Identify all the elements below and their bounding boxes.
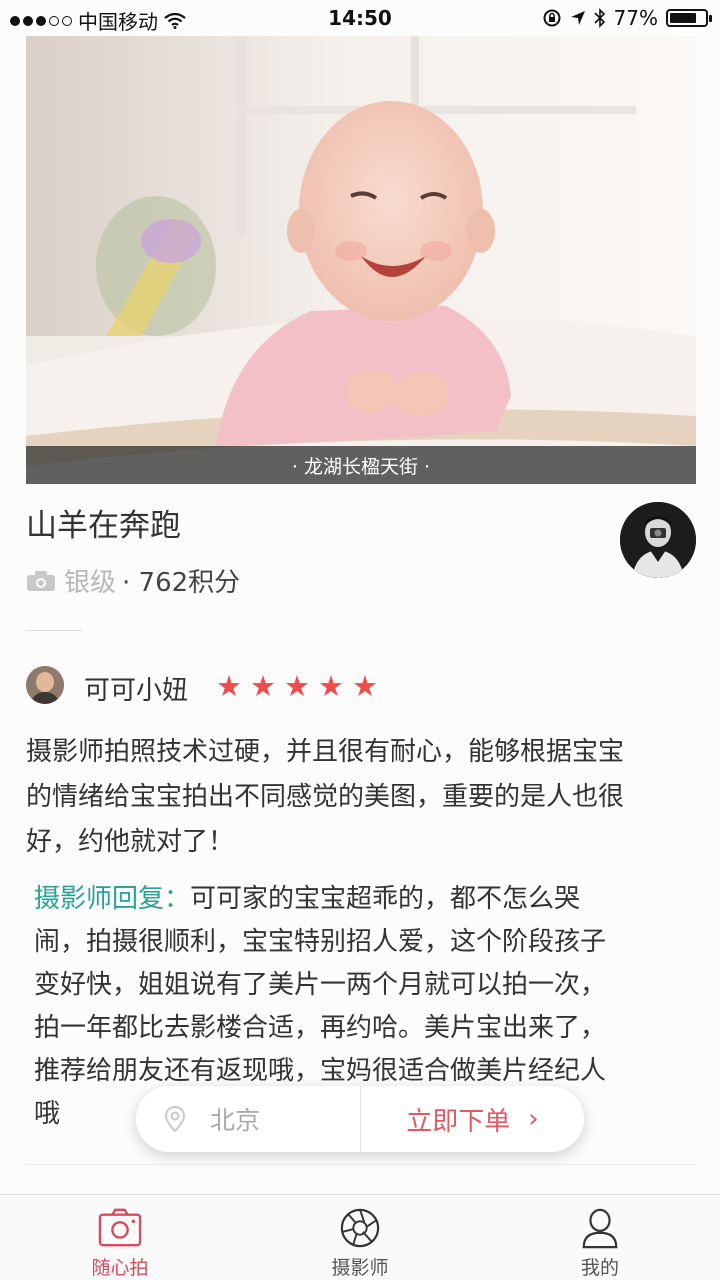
photographer-points: · 762积分: [122, 568, 241, 598]
city-label: 北京: [210, 1106, 261, 1135]
photographer-avatar[interactable]: [620, 502, 696, 578]
camera-level-icon: [27, 570, 55, 591]
location-caption: · 龙湖长楹天街 ·: [26, 446, 696, 484]
location-pin-icon: [164, 1105, 186, 1133]
aperture-icon: [340, 1208, 380, 1248]
hero-photo[interactable]: · 龙湖长楹天街 ·: [26, 36, 696, 484]
photographer-meta: 银级 · 762积分: [26, 562, 240, 599]
photographer-level: 银级: [64, 568, 117, 598]
battery-percent: 77%: [613, 6, 658, 30]
rating-stars: ★ ★ ★ ★ ★: [216, 670, 378, 702]
bluetooth-icon: [593, 8, 605, 28]
photographer-name: 山羊在奔跑: [26, 508, 181, 544]
tab-suixinpai[interactable]: 随心拍: [0, 1195, 240, 1280]
reviewer-avatar-image: [26, 666, 64, 704]
star-icon: ★: [284, 669, 310, 703]
review-line: 的情绪给宝宝拍出不同感觉的美图，重要的是人也很: [26, 782, 625, 812]
rotation-lock-icon: [543, 9, 561, 27]
action-pill: 北京 立即下单 ›: [136, 1086, 584, 1152]
star-icon: ★: [352, 669, 378, 703]
chevron-right-icon: ›: [528, 1104, 539, 1134]
reply-line-text: 可可家的宝宝超乖的，都不怎么哭: [190, 884, 581, 914]
tab-mine[interactable]: 我的: [480, 1195, 720, 1280]
section-divider: [26, 630, 82, 631]
reply-line: 变好快，姐姐说有了美片一两个月就可以拍一次，: [34, 970, 607, 1000]
photographer-avatar-image: [620, 502, 696, 578]
battery-icon: [666, 9, 712, 27]
review-line: 好，约他就对了！: [26, 827, 235, 857]
tab-label: 随心拍: [91, 1257, 149, 1279]
tab-bar: 随心拍 摄影师 我的: [0, 1194, 720, 1280]
reply-label: 摄影师回复：: [34, 884, 191, 914]
city-selector[interactable]: 北京: [136, 1101, 360, 1137]
reviewer-name: 可可小妞: [84, 676, 189, 706]
tab-label: 摄影师: [331, 1257, 389, 1279]
tab-photographers[interactable]: 摄影师: [240, 1195, 480, 1280]
star-icon: ★: [250, 669, 276, 703]
reply-line: 闹，拍摄很顺利，宝宝特别招人爱，这个阶段孩子: [34, 927, 607, 957]
camera-icon: [98, 1208, 142, 1247]
baby-photo-image: [26, 36, 696, 484]
reply-line: 拍一年都比去影楼合适，再约哈。美片宝出来了，: [34, 1013, 607, 1043]
star-icon: ★: [318, 669, 344, 703]
order-now-button[interactable]: 立即下单 ›: [361, 1101, 584, 1138]
order-now-label: 立即下单: [406, 1106, 511, 1137]
location-arrow-icon: [570, 11, 585, 25]
user-icon: [582, 1208, 618, 1249]
status-bar: 中国移动 14:50 77%: [0, 0, 720, 36]
star-icon: ★: [216, 669, 242, 703]
status-right-group: 77%: [542, 6, 712, 30]
review-line: 摄影师拍照技术过硬，并且很有耐心，能够根据宝宝: [26, 737, 625, 767]
tab-label: 我的: [580, 1257, 619, 1279]
review-text: 摄影师拍照技术过硬，并且很有耐心，能够根据宝宝 的情绪给宝宝拍出不同感觉的美图，…: [26, 730, 698, 865]
reply-line: 摄影师回复：可可家的宝宝超乖的，都不怎么哭: [34, 878, 674, 921]
reviewer-avatar[interactable]: [26, 666, 64, 704]
content-divider: [26, 1164, 696, 1165]
